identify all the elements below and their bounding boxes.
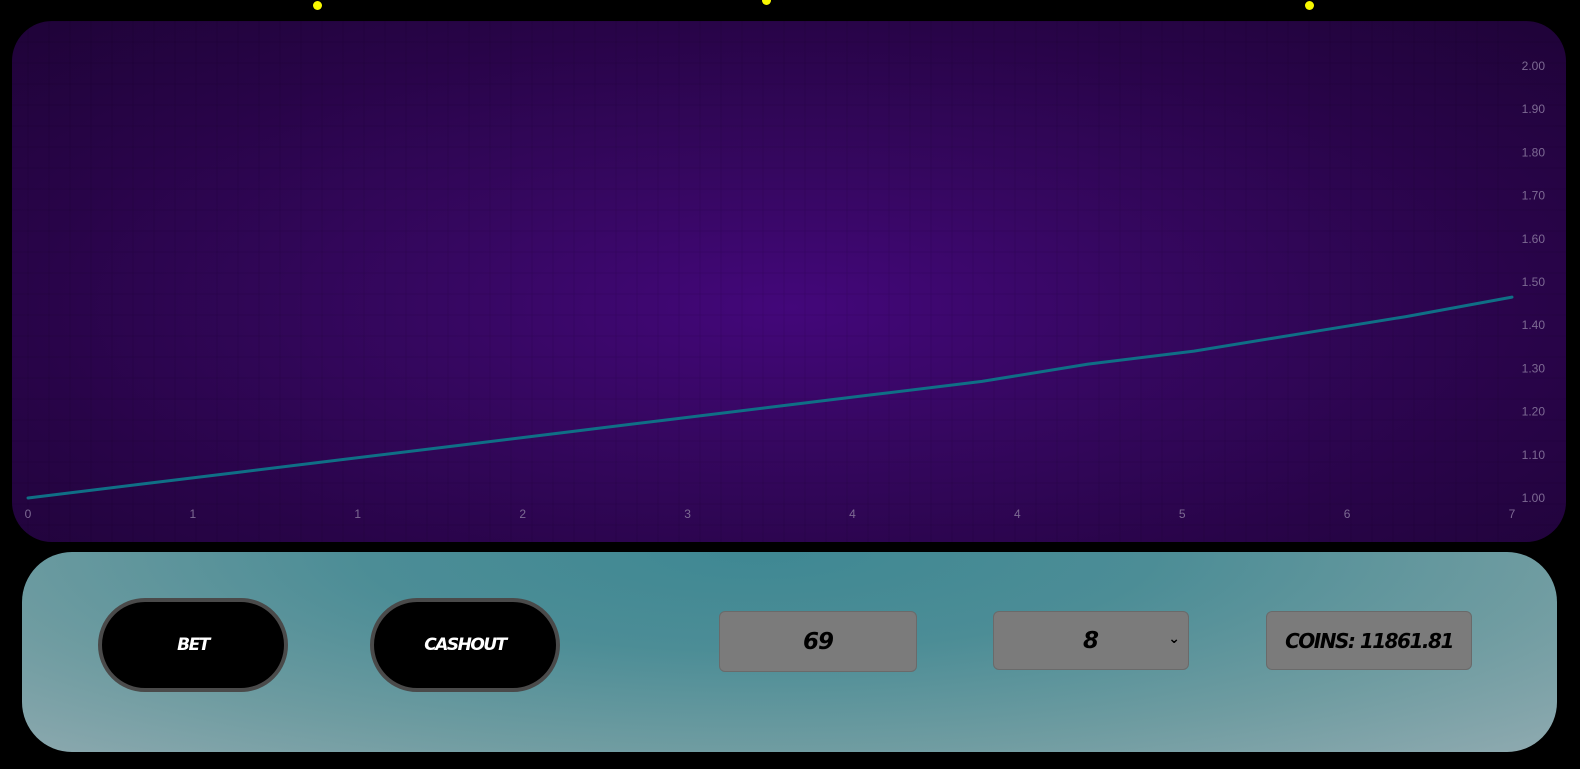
multiplier-chart: 1.00 1.10 1.20 1.30 1.40 1.50 1.60 1.70 1.80 1.90… (12, 21, 1566, 542)
multiplier-line (26, 295, 1514, 500)
bet-amount-input[interactable]: 69 (719, 611, 917, 672)
y-tick-label: 1.90 (1522, 102, 1546, 116)
y-tick-label: 1.30 (1522, 361, 1546, 375)
cashout-button[interactable]: CASHOUT (370, 598, 560, 692)
x-tick-label: 6 (1344, 507, 1351, 521)
x-tick-label: 7 (1509, 507, 1516, 521)
x-tick-label: 4 (849, 507, 856, 521)
chevron-down-icon: ⌄ (1168, 631, 1180, 647)
x-tick-label: 5 (1179, 507, 1186, 521)
multiplier-value: 8 (1082, 627, 1099, 654)
y-tick-label: 1.10 (1522, 448, 1546, 462)
y-tick-label: 1.40 (1522, 318, 1546, 332)
control-panel: BET CASHOUT 69 8 ⌄ COINS: 11861.81 (22, 552, 1557, 752)
bet-amount-value: 69 (802, 628, 834, 655)
x-tick-label: 2 (519, 507, 526, 521)
y-tick-label: 1.50 (1522, 275, 1546, 289)
y-tick-label: 2.00 (1522, 59, 1546, 73)
indicator-dot-right (1305, 1, 1314, 10)
multiplier-select[interactable]: 8 ⌄ (993, 611, 1189, 670)
chart-panel: 1.00 1.10 1.20 1.30 1.40 1.50 1.60 1.70 1.80 1.90… (12, 21, 1566, 542)
y-tick-label: 1.20 (1522, 405, 1546, 419)
y-tick-label: 1.70 (1522, 189, 1546, 203)
y-tick-label: 1.00 (1522, 491, 1546, 505)
x-tick-label: 4 (1014, 507, 1021, 521)
indicator-dot-center (762, 0, 771, 5)
coins-display: COINS: 11861.81 (1266, 611, 1472, 670)
x-tick-label: 0 (25, 507, 32, 521)
y-tick-label: 1.80 (1522, 145, 1546, 159)
bet-button[interactable]: BET (98, 598, 288, 692)
x-tick-label: 1 (354, 507, 361, 521)
x-tick-label: 3 (684, 507, 691, 521)
coins-label: COINS: 11861.81 (1285, 628, 1454, 653)
indicator-dot-left (313, 1, 322, 10)
x-tick-label: 1 (190, 507, 197, 521)
y-tick-label: 1.60 (1522, 232, 1546, 246)
